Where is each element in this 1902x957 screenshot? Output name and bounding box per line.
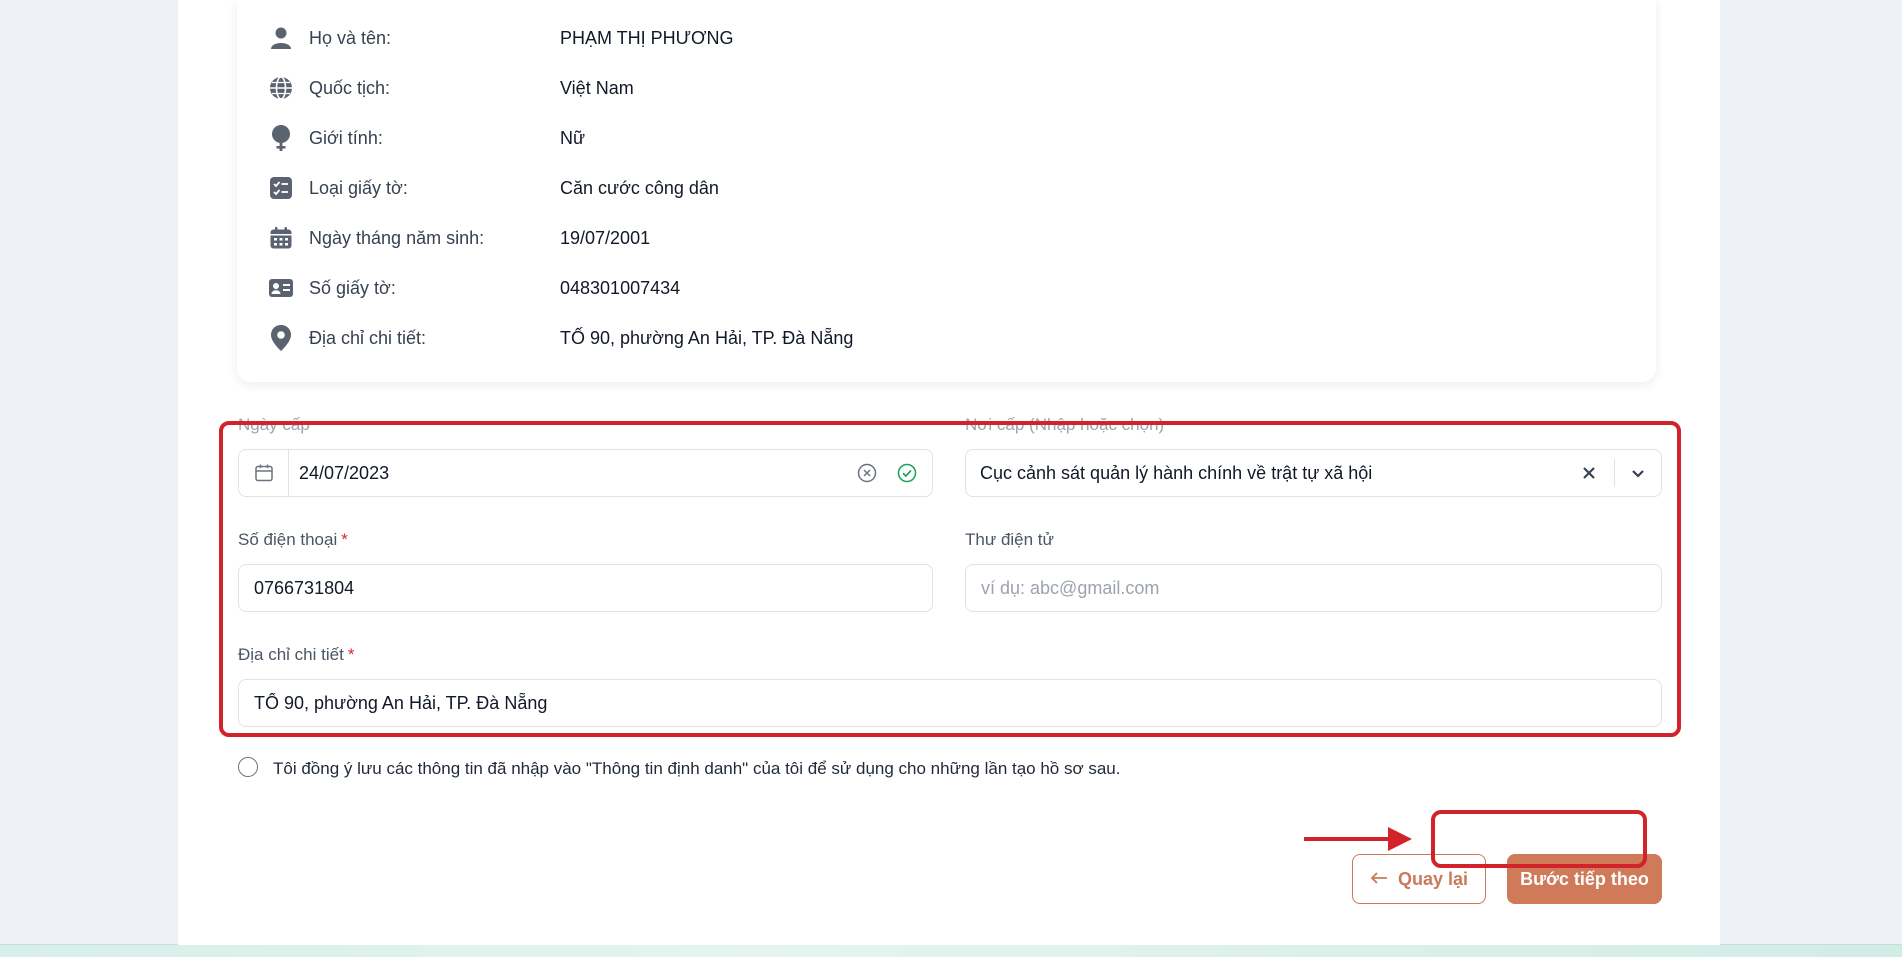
info-value: Nữ [560,127,586,148]
back-button-label: Quay lại [1397,868,1469,889]
info-row-gender: Giới tính: Nữ [267,122,585,154]
form-page: Họ và tên: PHẠM THỊ PHƯƠNG Quốc tịch: Vi… [178,0,1720,945]
annotation-highlight-next [1431,810,1647,868]
taskbar-strip [0,944,1902,957]
info-row-birth-date: Ngày tháng năm sinh: 19/07/2001 [267,222,650,254]
consent-radio[interactable] [238,757,258,777]
info-value: TỐ 90, phường An Hải, TP. Đà Nẵng [560,327,854,348]
info-value: PHẠM THỊ PHƯƠNG [560,27,734,48]
id-card-icon [267,274,295,302]
info-label: Loại giấy tờ: [309,177,408,198]
info-value: 048301007434 [560,277,681,298]
annotation-arrow-line [1304,837,1392,841]
checklist-icon [267,174,295,202]
info-label: Địa chỉ chi tiết: [309,327,427,348]
info-value: Việt Nam [560,77,634,98]
info-row-nationality: Quốc tịch: Việt Nam [267,72,634,104]
info-row-address: Địa chỉ chi tiết: TỐ 90, phường An Hải, … [267,322,853,354]
next-step-button-label: Bước tiếp theo [1520,868,1649,889]
consent-text: Tôi đồng ý lưu các thông tin đã nhập vào… [273,759,1121,778]
calendar-icon [267,224,295,252]
info-label: Ngày tháng năm sinh: [309,227,485,248]
annotation-arrow-head [1388,827,1412,851]
annotation-highlight-form [219,421,1681,737]
info-label: Họ và tên: [309,27,392,48]
arrow-left-icon [1370,869,1388,890]
user-icon [267,24,295,52]
info-row-full-name: Họ và tên: PHẠM THỊ PHƯƠNG [267,22,734,54]
location-pin-icon [267,324,295,352]
info-label: Số giấy tờ: [309,277,396,298]
personal-info-card: Họ và tên: PHẠM THỊ PHƯƠNG Quốc tịch: Vi… [237,0,1656,382]
info-row-document-number: Số giấy tờ: 048301007434 [267,272,680,304]
info-label: Giới tính: [309,127,383,148]
info-row-document-type: Loại giấy tờ: Căn cước công dân [267,172,719,204]
gender-icon [267,124,295,152]
info-value: Căn cước công dân [560,177,719,198]
globe-icon [267,74,295,102]
info-value: 19/07/2001 [560,227,651,248]
info-label: Quốc tịch: [309,77,391,98]
